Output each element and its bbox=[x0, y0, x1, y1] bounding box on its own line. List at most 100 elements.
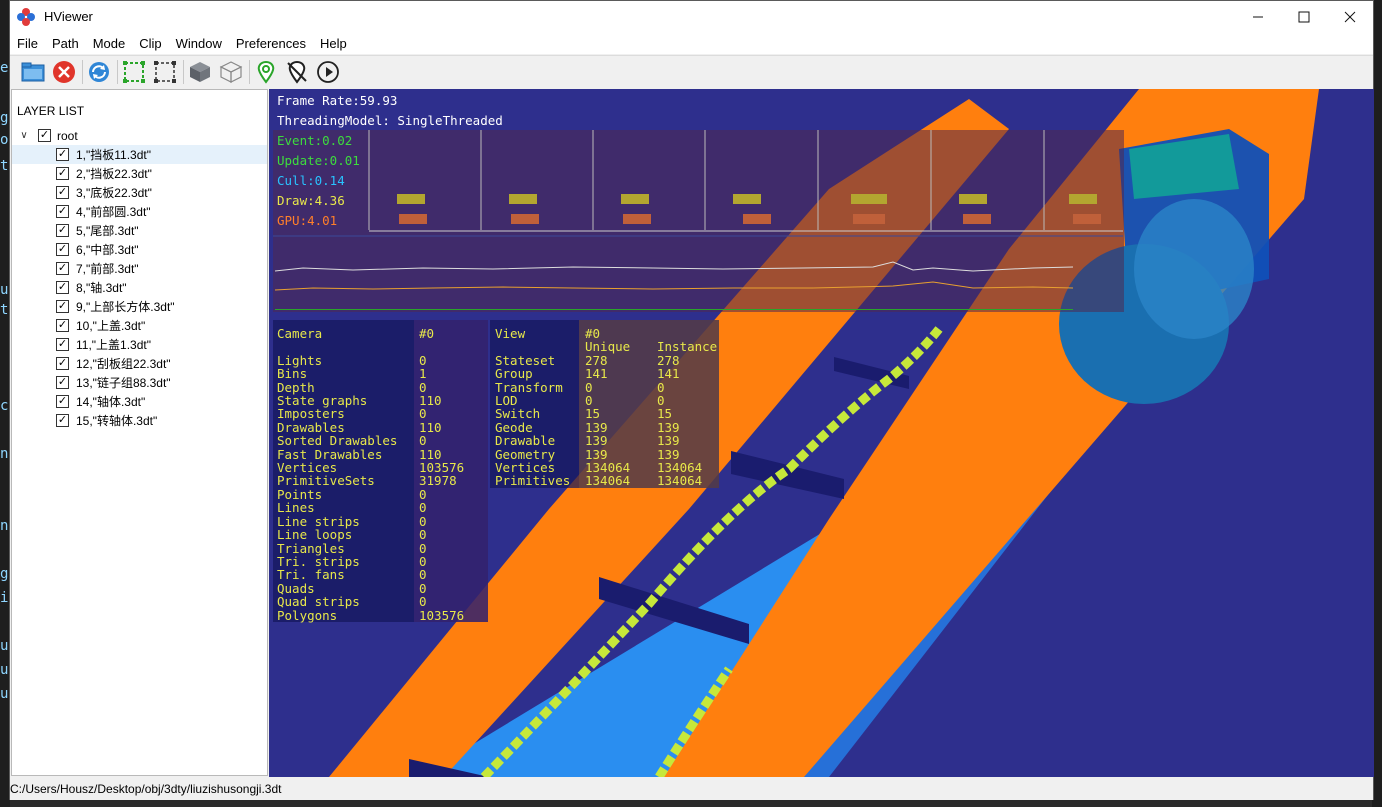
close-icon bbox=[1344, 11, 1356, 22]
layer-item[interactable]: ✓ 8,"轴.3dt" bbox=[12, 278, 267, 297]
title-bar[interactable]: HViewer bbox=[10, 1, 1373, 32]
solid-mode-button[interactable] bbox=[187, 59, 213, 85]
layer-item[interactable]: ✓ 1,"挡板11.3dt" bbox=[12, 145, 267, 164]
view-stat-instance: Instance 278 141 0 0 15 139 139 139 1340… bbox=[657, 339, 718, 489]
select-box-button[interactable] bbox=[121, 59, 147, 85]
hud-update: Update:0.01 bbox=[277, 153, 360, 168]
3d-viewport[interactable]: Frame Rate:59.93 ThreadingModel: SingleT… bbox=[269, 89, 1374, 777]
view-stat-unique: #0 Unique 278 141 0 0 15 139 139 139 134… bbox=[585, 326, 631, 489]
layer-item[interactable]: ✓ 9,"上部长方体.3dt" bbox=[12, 297, 267, 316]
layer-item[interactable]: ✓ 11,"上盖1.3dt" bbox=[12, 335, 267, 354]
open-folder-icon bbox=[21, 62, 45, 82]
app-logo-icon bbox=[17, 7, 35, 26]
layer-checkbox[interactable]: ✓ bbox=[56, 205, 69, 218]
layer-item[interactable]: ✓ 7,"前部.3dt" bbox=[12, 259, 267, 278]
layer-label: 6,"中部.3dt" bbox=[76, 243, 139, 257]
status-bar: C:/Users/Housz/Desktop/obj/3dty/liuzishu… bbox=[10, 778, 1373, 800]
refresh-button[interactable] bbox=[86, 59, 112, 85]
layer-label: 14,"轴体.3dt" bbox=[76, 395, 146, 409]
close-file-icon bbox=[53, 61, 75, 83]
toolbar-separator bbox=[249, 60, 250, 84]
layer-item[interactable]: ✓ 15,"转轴体.3dt" bbox=[12, 411, 267, 430]
toolbar-separator bbox=[183, 60, 184, 84]
camera-stat-labels: Camera Lights Bins Depth State graphs Im… bbox=[277, 326, 398, 623]
hviewer-window: HViewer File Path Mode Clip Window Prefe… bbox=[9, 0, 1374, 800]
status-file-path: C:/Users/Housz/Desktop/obj/3dty/liuzishu… bbox=[10, 782, 282, 796]
select-region-icon bbox=[154, 61, 176, 83]
layer-item[interactable]: ✓ 13,"链子组88.3dt" bbox=[12, 373, 267, 392]
layer-checkbox[interactable]: ✓ bbox=[56, 262, 69, 275]
motor-cap bbox=[1134, 199, 1254, 339]
layer-label: 2,"挡板22.3dt" bbox=[76, 167, 152, 181]
window-title: HViewer bbox=[44, 9, 93, 24]
toolbar-separator bbox=[117, 60, 118, 84]
layer-item[interactable]: ✓ 6,"中部.3dt" bbox=[12, 240, 267, 259]
layer-checkbox[interactable]: ✓ bbox=[56, 357, 69, 370]
menu-mode[interactable]: Mode bbox=[86, 36, 133, 51]
select-box-icon bbox=[123, 61, 145, 83]
layer-item[interactable]: ✓ 10,"上盖.3dt" bbox=[12, 316, 267, 335]
layer-label: 5,"尾部.3dt" bbox=[76, 224, 139, 238]
layer-list-panel: LAYER LIST ∨ ✓ root ✓ 1,"挡板11.3dt" ✓ 2,"挡板… bbox=[11, 89, 268, 776]
chevron-down-icon[interactable]: ∨ bbox=[18, 130, 30, 141]
hud-threading: ThreadingModel: SingleThreaded bbox=[277, 113, 503, 128]
hud-draw: Draw:4.36 bbox=[277, 193, 345, 208]
layer-label: 12,"刮板组22.3dt" bbox=[76, 357, 171, 371]
layer-label: 3,"底板22.3dt" bbox=[76, 186, 152, 200]
layer-item[interactable]: ✓ 14,"轴体.3dt" bbox=[12, 392, 267, 411]
layer-label: 7,"前部.3dt" bbox=[76, 262, 139, 276]
menu-preferences[interactable]: Preferences bbox=[229, 36, 313, 51]
layer-checkbox[interactable]: ✓ bbox=[56, 338, 69, 351]
menu-help[interactable]: Help bbox=[313, 36, 354, 51]
select-region-button[interactable] bbox=[152, 59, 178, 85]
layer-label: 15,"转轴体.3dt" bbox=[76, 414, 158, 428]
solid-cube-icon bbox=[190, 62, 210, 82]
layer-checkbox[interactable]: ✓ bbox=[56, 224, 69, 237]
layer-checkbox[interactable]: ✓ bbox=[56, 167, 69, 180]
close-file-button[interactable] bbox=[51, 59, 77, 85]
open-folder-button[interactable] bbox=[20, 59, 46, 85]
menu-path[interactable]: Path bbox=[45, 36, 86, 51]
layer-label: 10,"上盖.3dt" bbox=[76, 319, 146, 333]
layer-checkbox[interactable]: ✓ bbox=[56, 395, 69, 408]
menu-clip[interactable]: Clip bbox=[132, 36, 168, 51]
tree-root-row[interactable]: ∨ ✓ root bbox=[18, 126, 78, 145]
layer-checkbox[interactable]: ✓ bbox=[56, 376, 69, 389]
maximize-button[interactable] bbox=[1281, 1, 1327, 32]
menu-file[interactable]: File bbox=[10, 36, 45, 51]
close-window-button[interactable] bbox=[1327, 1, 1373, 32]
pin-off-icon bbox=[287, 60, 307, 84]
layer-item[interactable]: ✓ 4,"前部圆.3dt" bbox=[12, 202, 267, 221]
minimize-icon bbox=[1253, 16, 1263, 17]
layer-checkbox[interactable]: ✓ bbox=[56, 319, 69, 332]
hud-gpu: GPU:4.01 bbox=[277, 213, 338, 228]
refresh-icon bbox=[89, 62, 109, 82]
layer-checkbox[interactable]: ✓ bbox=[56, 243, 69, 256]
toolbar bbox=[10, 55, 1373, 88]
layer-checkbox[interactable]: ✓ bbox=[56, 281, 69, 294]
layer-item[interactable]: ✓ 12,"刮板组22.3dt" bbox=[12, 354, 267, 373]
hud-event: Event:0.02 bbox=[277, 133, 353, 148]
wireframe-mode-button[interactable] bbox=[218, 59, 244, 85]
root-checkbox[interactable]: ✓ bbox=[38, 129, 51, 142]
layer-label: 8,"轴.3dt" bbox=[76, 281, 127, 295]
add-marker-button[interactable] bbox=[253, 59, 279, 85]
layer-checkbox[interactable]: ✓ bbox=[56, 414, 69, 427]
layer-label: 13,"链子组88.3dt" bbox=[76, 376, 171, 390]
remove-marker-button[interactable] bbox=[284, 59, 310, 85]
toolbar-separator bbox=[82, 60, 83, 84]
play-path-button[interactable] bbox=[315, 59, 341, 85]
root-label: root bbox=[57, 128, 78, 143]
menu-bar: File Path Mode Clip Window Preferences H… bbox=[10, 32, 1373, 54]
minimize-button[interactable] bbox=[1235, 1, 1281, 32]
hud-frame-rate: Frame Rate:59.93 bbox=[277, 93, 398, 108]
layer-item[interactable]: ✓ 2,"挡板22.3dt" bbox=[12, 164, 267, 183]
layer-checkbox[interactable]: ✓ bbox=[56, 148, 69, 161]
layer-checkbox[interactable]: ✓ bbox=[56, 186, 69, 199]
camera-stat-values: #0 0 1 0 110 0 110 0 110 103576 31978 0 … bbox=[419, 326, 465, 623]
layer-checkbox[interactable]: ✓ bbox=[56, 300, 69, 313]
view-stat-labels: View Stateset Group Transform LOD Switch… bbox=[495, 326, 571, 489]
menu-window[interactable]: Window bbox=[169, 36, 229, 51]
layer-item[interactable]: ✓ 5,"尾部.3dt" bbox=[12, 221, 267, 240]
layer-item[interactable]: ✓ 3,"底板22.3dt" bbox=[12, 183, 267, 202]
